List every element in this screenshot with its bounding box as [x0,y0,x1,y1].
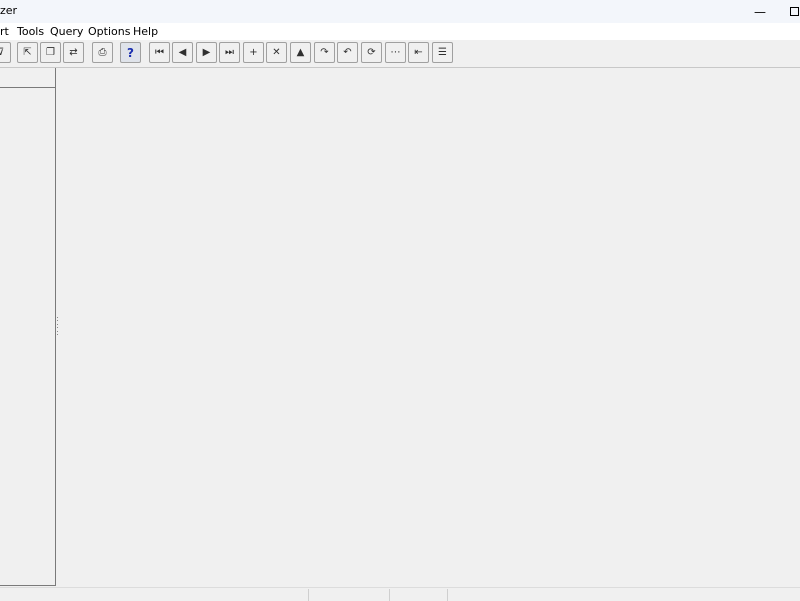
filter-icon: ⊽ [0,47,5,58]
window-title: zer [0,4,18,17]
status-panel-divider [308,589,309,601]
undo-icon: ↶ [343,47,352,58]
print-icon: ⎙ [98,47,107,58]
copy-button[interactable]: ❐ [40,42,61,63]
help-button[interactable]: ? [120,42,141,63]
add-record-icon: + [249,47,258,58]
first-record-button[interactable]: ⏮ [149,42,170,63]
status-panel-divider [389,589,390,601]
minimize-button[interactable]: — [740,0,780,23]
up-button[interactable]: ▲ [290,42,311,63]
title-bar: zer — [0,0,800,23]
last-record-icon: ⏭ [225,47,234,58]
columns-button[interactable]: ⋯ [385,42,406,63]
columns-icon: ⋯ [390,47,401,58]
up-icon: ▲ [296,47,305,58]
status-panel-divider [447,589,448,601]
export-button[interactable]: ⇱ [17,42,38,63]
copy-icon: ❐ [46,47,55,58]
toolbar: ⊽ ⇱ ❐ ⇄ ⎙ ? ⏮ ◀ ▶ ⏭ + ✕ ▲ ↷ ↶ ⟳ ⋯ ⇤ ☰ [0,40,800,67]
redo-icon: ↷ [320,47,329,58]
indent-left-icon: ⇤ [414,47,423,58]
minimize-icon: — [754,4,766,19]
last-record-button[interactable]: ⏭ [219,42,240,63]
delete-record-icon: ✕ [272,47,281,58]
refresh-button[interactable]: ⟳ [361,42,382,63]
maximize-icon [790,7,799,16]
status-bar [0,587,800,601]
indent-left-button[interactable]: ⇤ [408,42,429,63]
delete-record-button[interactable]: ✕ [266,42,287,63]
export-icon: ⇱ [23,47,32,58]
maximize-button[interactable] [776,0,800,23]
refresh-icon: ⟳ [367,47,376,58]
undo-button[interactable]: ↶ [337,42,358,63]
print-button[interactable]: ⎙ [92,42,113,63]
help-icon: ? [127,45,134,60]
transfer-button[interactable]: ⇄ [63,42,84,63]
next-record-button[interactable]: ▶ [196,42,217,63]
menu-bar: rt Tools Query Options Help [0,23,800,40]
previous-record-button[interactable]: ◀ [172,42,193,63]
transfer-icon: ⇄ [69,47,78,58]
filter-button[interactable]: ⊽ [0,42,11,63]
menu-item-query[interactable]: Query [50,25,83,38]
redo-button[interactable]: ↷ [314,42,335,63]
next-record-icon: ▶ [202,47,211,58]
menu-item-help[interactable]: Help [133,25,158,38]
first-record-icon: ⏮ [155,47,164,58]
add-record-button[interactable]: + [243,42,264,63]
left-pane-header [0,68,55,88]
menu-item-report[interactable]: rt [0,25,9,38]
left-pane[interactable] [0,68,56,586]
previous-record-icon: ◀ [178,47,187,58]
sort-button[interactable]: ☰ [432,42,453,63]
menu-item-tools[interactable]: Tools [17,25,44,38]
menu-item-options[interactable]: Options [88,25,130,38]
main-content-area[interactable] [58,68,800,586]
sort-icon: ☰ [438,47,447,58]
